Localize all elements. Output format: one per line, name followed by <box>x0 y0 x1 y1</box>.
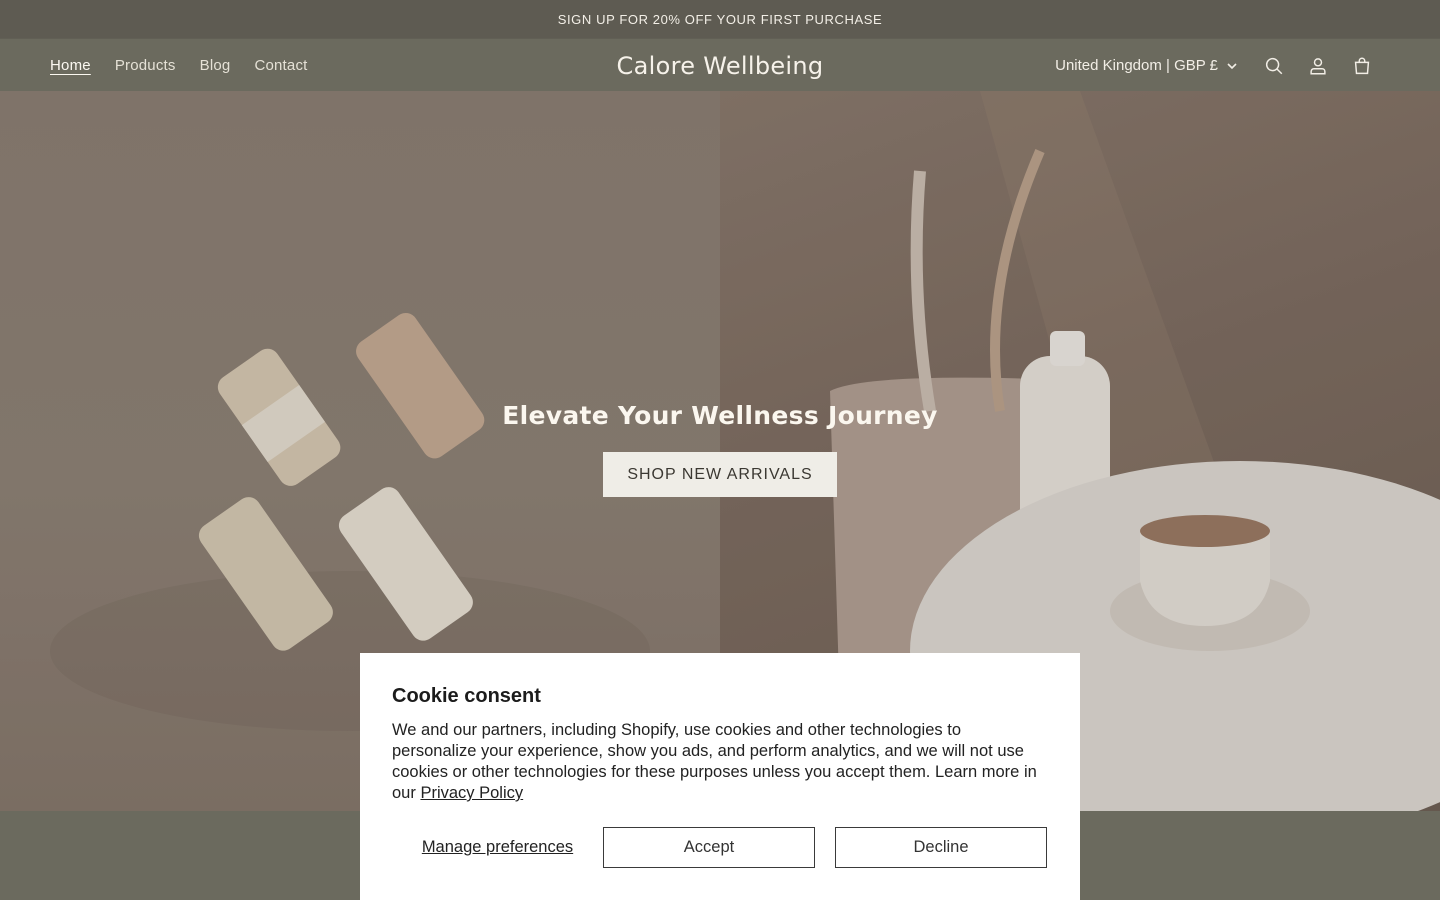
cookie-body: We and our partners, including Shopify, … <box>392 720 1048 804</box>
accept-button[interactable]: Accept <box>603 827 815 868</box>
hero-title: Elevate Your Wellness Journey <box>502 401 938 430</box>
cookie-actions: Manage preferences Accept Decline <box>392 827 1048 868</box>
announcement-bar: SIGN UP FOR 20% OFF YOUR FIRST PURCHASE <box>0 0 1440 38</box>
hero-content: Elevate Your Wellness Journey SHOP NEW A… <box>0 401 1440 497</box>
brand-logo-text[interactable]: Calore Wellbeing <box>617 52 824 80</box>
site-header: Home Products Blog Contact Calore Wellbe… <box>0 38 1440 91</box>
cart-icon <box>1354 57 1370 74</box>
search-button[interactable] <box>1252 44 1296 88</box>
cookie-title: Cookie consent <box>392 685 541 707</box>
shop-new-arrivals-button[interactable]: SHOP NEW ARRIVALS <box>603 452 837 497</box>
privacy-policy-link[interactable]: Privacy Policy <box>420 784 523 802</box>
announcement-text: SIGN UP FOR 20% OFF YOUR FIRST PURCHASE <box>557 11 883 27</box>
nav-products[interactable]: Products <box>115 57 176 74</box>
cart-button[interactable] <box>1340 44 1384 88</box>
chevron-down-icon <box>1227 62 1237 69</box>
header-actions: United Kingdom | GBP £ <box>1055 39 1384 92</box>
nav-home[interactable]: Home <box>50 57 91 74</box>
cookie-consent-dialog: Cookie consent We and our partners, incl… <box>360 653 1080 900</box>
decline-button[interactable]: Decline <box>835 827 1047 868</box>
account-icon <box>1310 57 1326 75</box>
country-selector-label: United Kingdom | GBP £ <box>1055 57 1218 74</box>
country-selector[interactable]: United Kingdom | GBP £ <box>1055 57 1238 74</box>
main-nav: Home Products Blog Contact <box>50 39 332 92</box>
manage-preferences-link[interactable]: Manage preferences <box>392 838 603 857</box>
search-icon <box>1265 57 1283 74</box>
account-button[interactable] <box>1296 44 1340 88</box>
nav-blog[interactable]: Blog <box>200 57 231 74</box>
nav-contact[interactable]: Contact <box>254 57 307 74</box>
